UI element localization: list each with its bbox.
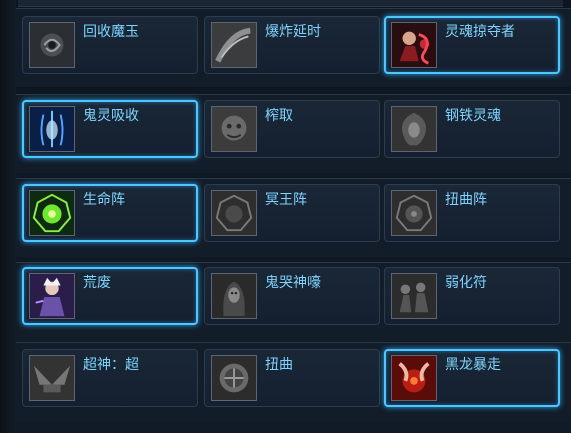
skill-card[interactable]: 鬼哭神嚎 [204, 267, 380, 325]
skill-panel: 回收魔玉 爆炸延时 灵魂掠夺者 鬼灵吸收 榨取 钢铁灵魂 生命阵 冥王阵 扭曲阵… [0, 0, 571, 433]
weaken-talisman-icon [391, 273, 437, 319]
skill-card[interactable]: 荒废 [22, 267, 198, 325]
skill-name: 鬼哭神嚎 [265, 275, 321, 291]
panel-top-border [18, 0, 563, 7]
desolation-icon [29, 273, 75, 319]
twist-wheel-icon [211, 355, 257, 401]
skill-name: 钢铁灵魂 [445, 108, 501, 124]
hades-array-icon [211, 190, 257, 236]
skill-name: 黑龙暴走 [445, 357, 501, 373]
skill-name: 扭曲阵 [445, 192, 487, 208]
ghost-absorb-icon [29, 106, 75, 152]
extract-face-icon [211, 106, 257, 152]
skill-card[interactable]: 爆炸延时 [204, 16, 380, 74]
skill-card[interactable]: 钢铁灵魂 [384, 100, 560, 158]
skill-card[interactable]: 黑龙暴走 [384, 349, 560, 407]
skill-card[interactable]: 弱化符 [384, 267, 560, 325]
skill-name: 冥王阵 [265, 192, 307, 208]
skill-card[interactable]: 回收魔玉 [22, 16, 198, 74]
skill-card[interactable]: 冥王阵 [204, 184, 380, 242]
skill-card[interactable]: 超神：超 [22, 349, 198, 407]
skill-name: 超神：超 [83, 357, 139, 373]
skill-card[interactable]: 扭曲 [204, 349, 380, 407]
skill-card[interactable]: 鬼灵吸收 [22, 100, 198, 158]
life-array-icon [29, 190, 75, 236]
skill-name: 弱化符 [445, 275, 487, 291]
skill-name: 鬼灵吸收 [83, 108, 139, 124]
skill-card[interactable]: 生命阵 [22, 184, 198, 242]
skill-card[interactable]: 榨取 [204, 100, 380, 158]
skill-name: 荒废 [83, 275, 111, 291]
twist-array-icon [391, 190, 437, 236]
black-dragon-icon [391, 355, 437, 401]
divine-wings-icon [29, 355, 75, 401]
skill-name: 爆炸延时 [265, 24, 321, 40]
skill-name: 回收魔玉 [83, 24, 139, 40]
panel-left-border [0, 0, 16, 433]
blast-trail-icon [211, 22, 257, 68]
skill-name: 扭曲 [265, 357, 293, 373]
soul-reaper-icon [391, 22, 437, 68]
swirl-orb-icon [29, 22, 75, 68]
skill-name: 生命阵 [83, 192, 125, 208]
skill-card[interactable]: 扭曲阵 [384, 184, 560, 242]
skill-card[interactable]: 灵魂掠夺者 [384, 16, 560, 74]
skill-name: 榨取 [265, 108, 293, 124]
iron-soul-icon [391, 106, 437, 152]
skill-name: 灵魂掠夺者 [445, 24, 515, 40]
wailing-ghost-icon [211, 273, 257, 319]
